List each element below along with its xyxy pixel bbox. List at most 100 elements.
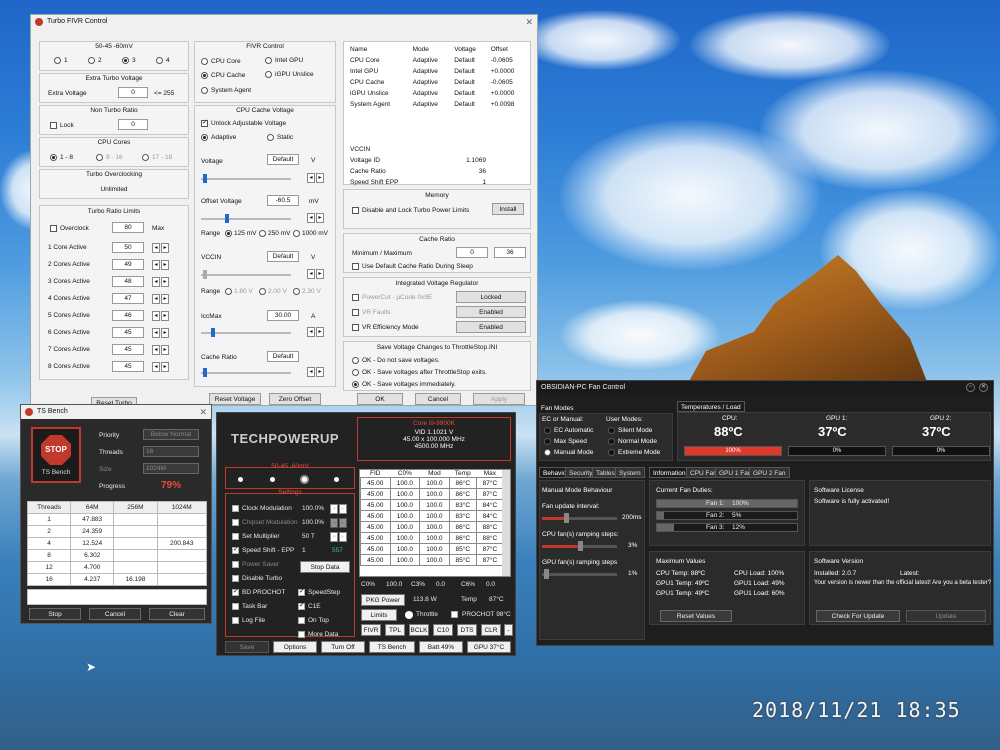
core-ratio-decrement[interactable]: ◂ xyxy=(152,328,160,338)
cancel-button[interactable]: Cancel xyxy=(415,393,461,405)
reset-voltage-button[interactable]: Reset Voltage xyxy=(209,393,261,405)
priority-select[interactable]: Below Normal xyxy=(143,429,199,440)
profile-radio-2[interactable] xyxy=(88,57,95,64)
c10-button[interactable]: C10 xyxy=(433,624,453,636)
core-ratio-increment[interactable]: ▸ xyxy=(161,362,169,372)
profile-radio-3[interactable] xyxy=(122,57,129,64)
vccin-decrement[interactable]: ◂ xyxy=(307,269,315,279)
reset-values-button[interactable]: Reset Values xyxy=(660,610,732,622)
max-speed-radio[interactable] xyxy=(544,438,551,445)
bench-stop-button[interactable]: Stop xyxy=(29,608,81,620)
core-ratio-decrement[interactable]: ◂ xyxy=(152,277,160,287)
update-button[interactable]: Update xyxy=(906,610,986,622)
ts-option-checkbox[interactable] xyxy=(232,575,239,582)
core-ratio-input[interactable]: 48 xyxy=(112,276,144,287)
ts-option-checkbox[interactable] xyxy=(232,519,239,526)
save-radio-none[interactable] xyxy=(352,357,359,364)
cores-radio-1-8[interactable] xyxy=(50,154,57,161)
overclock-input[interactable]: 80 xyxy=(112,222,144,233)
chipset-mod-inc[interactable]: ▸ xyxy=(339,518,347,528)
profile-radio-1[interactable] xyxy=(54,57,61,64)
threads-select[interactable]: 16 xyxy=(143,446,199,457)
profile-radio-4[interactable] xyxy=(156,57,163,64)
core-ratio-increment[interactable]: ▸ xyxy=(161,328,169,338)
tab-gpu2-fan[interactable]: GPU 2 Fan xyxy=(749,467,790,478)
bclk-button[interactable]: BCLK xyxy=(409,624,429,636)
ts-right-checkbox[interactable] xyxy=(298,617,305,624)
cache-ratio-increment[interactable]: ▸ xyxy=(316,367,324,377)
multiplier-dec[interactable]: ◂ xyxy=(330,532,338,542)
core-ratio-increment[interactable]: ▸ xyxy=(161,345,169,355)
chipset-mod-dec[interactable]: ◂ xyxy=(330,518,338,528)
vccin-increment[interactable]: ▸ xyxy=(316,269,324,279)
table-scrollbar[interactable]: ▲ ▼ xyxy=(502,470,510,576)
pkg-power-button[interactable]: PKG Power xyxy=(361,594,405,606)
fivr-radio-cpu-core[interactable] xyxy=(201,58,208,65)
dts-button[interactable]: DTS xyxy=(457,624,477,636)
cache-ratio-input[interactable]: Default xyxy=(267,351,299,362)
stop-data-button[interactable]: Stop Data xyxy=(300,561,350,573)
cache-ratio-decrement[interactable]: ◂ xyxy=(307,367,315,377)
unlock-voltage-checkbox[interactable] xyxy=(201,118,208,127)
bench-clear-button[interactable]: Clear xyxy=(149,608,205,620)
use-default-cache-checkbox[interactable] xyxy=(352,263,359,270)
core-ratio-input[interactable]: 45 xyxy=(112,327,144,338)
non-turbo-input[interactable]: 0 xyxy=(118,119,148,130)
core-ratio-decrement[interactable]: ◂ xyxy=(152,260,160,270)
lock-checkbox[interactable] xyxy=(50,122,57,129)
ts-profile-radio-4[interactable] xyxy=(334,477,339,482)
interval-slider-thumb[interactable] xyxy=(564,513,569,523)
options-button[interactable]: Options xyxy=(273,641,317,653)
extra-voltage-input[interactable]: 0 xyxy=(118,87,148,98)
fivr-button[interactable]: FIVR xyxy=(361,624,381,636)
gpu-temp-button[interactable]: GPU 37°C xyxy=(467,641,511,653)
clock-mod-inc[interactable]: ▸ xyxy=(339,504,347,514)
cache-max-input[interactable]: 36 xyxy=(494,247,526,258)
voltage-decrement[interactable]: ◂ xyxy=(307,173,315,183)
prochot-checkbox[interactable] xyxy=(451,611,458,618)
cache-min-input[interactable]: 0 xyxy=(456,247,488,258)
vr-faults-button[interactable]: Enabled xyxy=(456,306,526,318)
voltage-increment[interactable]: ▸ xyxy=(316,173,324,183)
close-icon[interactable]: ✕ xyxy=(979,383,988,392)
core-ratio-increment[interactable]: ▸ xyxy=(161,277,169,287)
disable-lock-turbo-checkbox[interactable] xyxy=(352,207,359,214)
iccmax-slider-thumb[interactable] xyxy=(211,328,215,337)
core-ratio-decrement[interactable]: ◂ xyxy=(152,311,160,321)
ec-auto-radio[interactable] xyxy=(544,427,551,434)
core-ratio-increment[interactable]: ▸ xyxy=(161,243,169,253)
ts-right-checkbox[interactable] xyxy=(298,601,305,610)
save-button[interactable]: Save xyxy=(225,641,269,653)
vccin-slider-thumb[interactable] xyxy=(203,270,207,279)
cores-radio-17-18[interactable] xyxy=(142,154,149,161)
core-ratio-input[interactable]: 45 xyxy=(112,361,144,372)
save-radio-exit[interactable] xyxy=(352,369,359,376)
core-ratio-input[interactable]: 49 xyxy=(112,259,144,270)
core-ratio-increment[interactable]: ▸ xyxy=(161,260,169,270)
check-update-button[interactable]: Check For Update xyxy=(816,610,900,622)
fivr-radio-igpu-unslice[interactable] xyxy=(265,71,272,78)
vccin-slider-track[interactable] xyxy=(201,274,291,276)
cache-ratio-slider-track[interactable] xyxy=(201,372,291,374)
iccmax-decrement[interactable]: ◂ xyxy=(307,327,315,337)
core-ratio-decrement[interactable]: ◂ xyxy=(152,294,160,304)
ok-button[interactable]: OK xyxy=(357,393,403,405)
offset-increment[interactable]: ▸ xyxy=(316,213,324,223)
core-ratio-input[interactable]: 50 xyxy=(112,242,144,253)
ts-profile-radio-3[interactable] xyxy=(302,477,307,482)
bench-cancel-button[interactable]: Cancel xyxy=(89,608,141,620)
offset-slider-thumb[interactable] xyxy=(225,214,229,223)
tpl-button[interactable]: TPL xyxy=(385,624,405,636)
range-radio-1000[interactable] xyxy=(293,230,300,237)
install-button[interactable]: Install xyxy=(492,203,524,215)
vr-faults-checkbox[interactable] xyxy=(352,309,359,316)
vccin-input[interactable]: Default xyxy=(267,251,299,262)
ts-profile-radio-2[interactable] xyxy=(270,477,275,482)
fivr-radio-cpu-cache[interactable] xyxy=(201,72,208,79)
extreme-mode-radio[interactable] xyxy=(608,449,615,456)
ts-option-checkbox[interactable] xyxy=(232,561,239,568)
adaptive-radio[interactable] xyxy=(201,134,208,141)
core-ratio-decrement[interactable]: ◂ xyxy=(152,345,160,355)
ts-option-checkbox[interactable] xyxy=(232,505,239,512)
core-ratio-increment[interactable]: ▸ xyxy=(161,294,169,304)
